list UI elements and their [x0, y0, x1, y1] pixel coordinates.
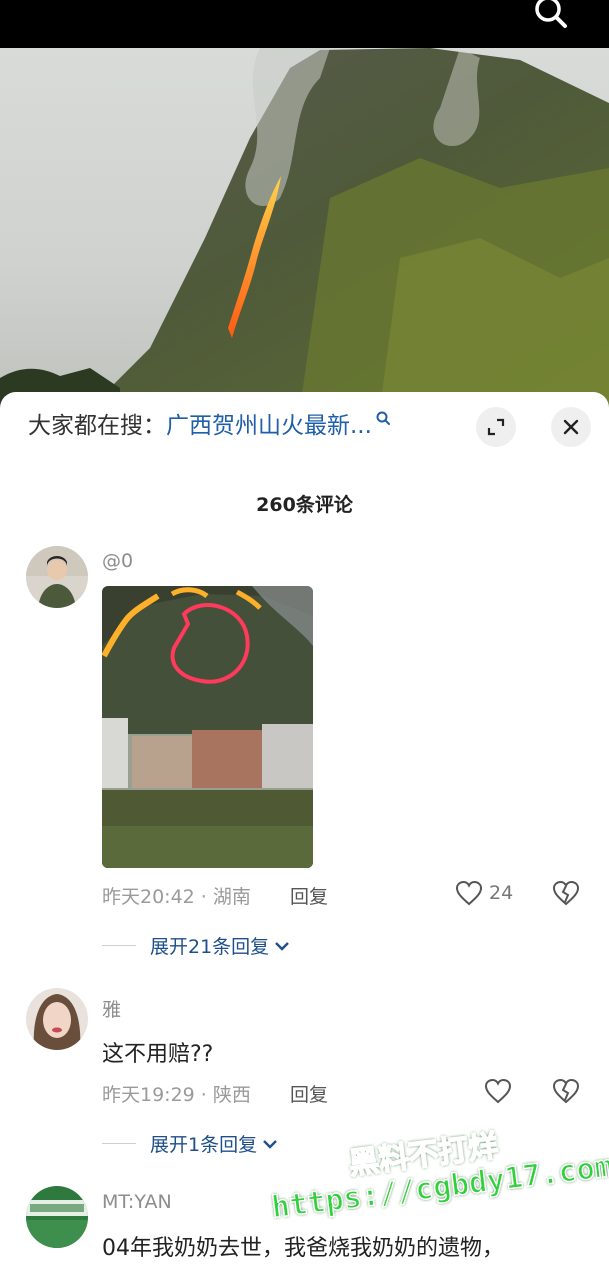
reply-button[interactable]: 回复: [290, 1080, 328, 1107]
search-icon: [535, 0, 567, 28]
comment-username[interactable]: 雅: [102, 995, 121, 1022]
search-suggestion-query[interactable]: 广西贺州山火最新...: [166, 406, 372, 440]
dislike-button[interactable]: [552, 880, 580, 910]
expand-divider: [102, 945, 136, 946]
search-button[interactable]: [531, 0, 571, 30]
chevron-down-icon: [275, 941, 290, 951]
broken-heart-icon: [552, 880, 580, 906]
expand-button[interactable]: [476, 407, 516, 447]
avatar[interactable]: [26, 988, 88, 1050]
heart-icon: [455, 880, 483, 906]
expand-replies-button[interactable]: 展开1条回复: [102, 1130, 279, 1157]
comment-time-location: 昨天20:42 · 湖南: [102, 886, 251, 908]
like-button[interactable]: [484, 1078, 518, 1104]
avatar-image: [26, 1186, 88, 1248]
avatar[interactable]: [26, 1186, 88, 1248]
expand-replies-label: 展开21条回复: [150, 936, 270, 958]
avatar-image: [26, 988, 88, 1050]
video-player[interactable]: [0, 48, 609, 408]
search-small-icon: [376, 411, 390, 425]
comment-username[interactable]: MT:YAN: [102, 1191, 172, 1213]
top-bar: [0, 0, 609, 48]
close-icon: [563, 419, 579, 435]
video-frame-mountain-fire: [0, 48, 609, 408]
comment-image-fire-circled: [102, 586, 313, 868]
expand-replies-label: 展开1条回复: [150, 1134, 258, 1156]
like-button[interactable]: 24: [455, 880, 513, 906]
heart-icon: [484, 1078, 512, 1104]
search-suggestion-bar[interactable]: 大家都在搜： 广西贺州山火最新...: [28, 406, 390, 440]
comment-time-location: 昨天19:29 · 陕西: [102, 1084, 251, 1106]
broken-heart-icon: [552, 1078, 580, 1104]
comment-username[interactable]: @0: [102, 550, 133, 572]
reply-button[interactable]: 回复: [290, 882, 328, 909]
expand-divider: [102, 1143, 136, 1144]
expand-icon: [487, 418, 505, 436]
search-suggestion-prefix: 大家都在搜：: [28, 413, 166, 439]
comment-text: 这不用赔??: [102, 1042, 214, 1067]
close-button[interactable]: [551, 407, 591, 447]
avatar-image: [26, 546, 88, 608]
like-count: 24: [489, 882, 514, 904]
avatar[interactable]: [26, 546, 88, 608]
comment-count-title: 260条评论: [256, 494, 353, 516]
dislike-button[interactable]: [552, 1078, 580, 1108]
comment-image[interactable]: [102, 586, 313, 868]
expand-replies-button[interactable]: 展开21条回复: [102, 932, 291, 959]
